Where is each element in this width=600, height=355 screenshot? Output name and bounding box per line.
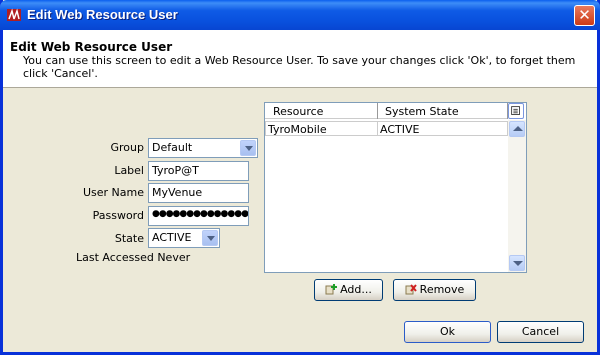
column-chooser-icon bbox=[511, 106, 520, 115]
password-field[interactable]: ●●●●●●●●●●●●●● bbox=[148, 206, 249, 226]
title-bar[interactable]: Edit Web Resource User ✕ bbox=[0, 0, 600, 30]
add-button[interactable]: Add... bbox=[314, 279, 383, 301]
add-icon bbox=[325, 284, 338, 295]
remove-icon bbox=[405, 284, 417, 295]
column-header-resource[interactable]: Resource bbox=[273, 105, 323, 118]
group-select-value: Default bbox=[152, 141, 193, 154]
table-header: Resource System State bbox=[265, 103, 508, 119]
close-button[interactable]: ✕ bbox=[574, 5, 595, 26]
add-button-label: Add... bbox=[340, 283, 372, 296]
close-icon: ✕ bbox=[578, 6, 591, 24]
remove-button-label: Remove bbox=[419, 283, 465, 296]
cancel-button-label: Cancel bbox=[521, 325, 560, 338]
header-title: Edit Web Resource User bbox=[10, 40, 173, 54]
scroll-up-button[interactable] bbox=[509, 121, 525, 137]
state-label: State bbox=[114, 232, 144, 245]
password-label: Password bbox=[92, 209, 144, 222]
state-select[interactable]: ACTIVE bbox=[148, 228, 220, 248]
label-label: Label bbox=[114, 164, 144, 177]
remove-button[interactable]: Remove bbox=[393, 279, 476, 301]
last-accessed-label: Last Accessed bbox=[76, 251, 154, 264]
group-select[interactable]: Default bbox=[148, 138, 258, 158]
ok-button[interactable]: Ok bbox=[404, 321, 491, 343]
last-accessed-value: Never bbox=[157, 251, 191, 264]
username-label: User Name bbox=[82, 186, 144, 199]
scroll-down-button[interactable] bbox=[509, 255, 525, 271]
last-accessed: Last Accessed Never bbox=[76, 251, 190, 264]
label-field[interactable]: TyroP@T bbox=[148, 161, 249, 181]
app-icon bbox=[7, 8, 21, 21]
header-panel: Edit Web Resource User You can use this … bbox=[3, 30, 597, 88]
vertical-scrollbar[interactable] bbox=[508, 120, 526, 272]
username-field-value: MyVenue bbox=[152, 186, 203, 199]
window-title: Edit Web Resource User bbox=[27, 7, 178, 22]
chevron-down-icon[interactable] bbox=[202, 230, 218, 246]
table-cell: ACTIVE bbox=[377, 121, 508, 136]
column-header-system-state[interactable]: System State bbox=[385, 105, 459, 118]
header-description: You can use this screen to edit a Web Re… bbox=[23, 54, 576, 80]
chevron-down-icon[interactable] bbox=[240, 140, 256, 156]
label-field-value: TyroP@T bbox=[152, 164, 199, 177]
column-chooser-button[interactable] bbox=[508, 103, 524, 119]
resource-table[interactable]: Resource System State TyroMobile ACTIVE bbox=[264, 102, 527, 273]
ok-button-label: Ok bbox=[439, 325, 456, 338]
cancel-button[interactable]: Cancel bbox=[497, 321, 584, 343]
table-cell: TyroMobile bbox=[265, 121, 378, 136]
state-select-value: ACTIVE bbox=[152, 231, 192, 244]
password-field-value: ●●●●●●●●●●●●●● bbox=[152, 209, 248, 219]
column-divider[interactable] bbox=[377, 103, 378, 119]
username-field[interactable]: MyVenue bbox=[148, 183, 249, 203]
table-row[interactable]: TyroMobile ACTIVE bbox=[265, 120, 508, 136]
group-label: Group bbox=[110, 141, 145, 154]
